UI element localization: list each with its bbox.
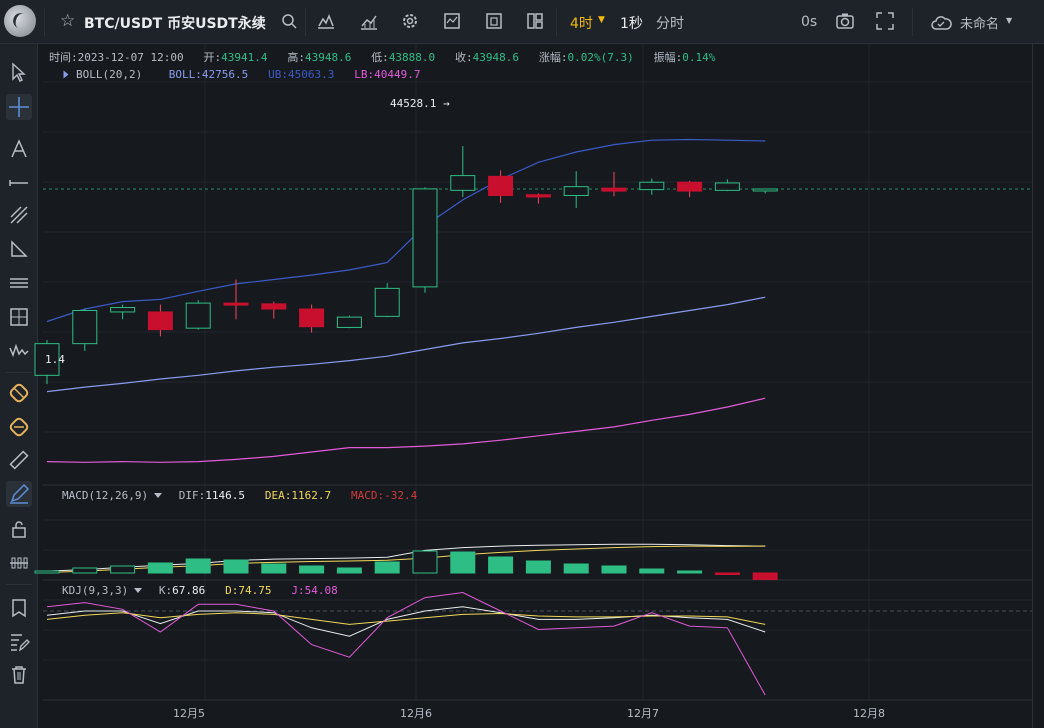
price-chart[interactable] xyxy=(0,0,1044,728)
low-value: 43888.0 xyxy=(388,51,436,64)
dea-label: DEA: xyxy=(264,489,292,502)
candle-body xyxy=(488,175,514,197)
macd-histogram-bar xyxy=(374,561,400,574)
chart-grid xyxy=(43,44,1032,700)
d-value: 74.75 xyxy=(238,584,272,597)
time-label: 时间: xyxy=(49,51,78,64)
macd-histogram-bar xyxy=(488,556,514,574)
macd-pane xyxy=(34,543,778,580)
dea-value: 1162.7 xyxy=(291,489,332,502)
dif-label: DIF: xyxy=(178,489,206,502)
low-label: 低: xyxy=(371,51,389,64)
amplitude-value: 0.14% xyxy=(682,51,716,64)
kdj-name[interactable]: KDJ(9,3,3) xyxy=(62,584,128,597)
boll-name[interactable]: BOLL(20,2) xyxy=(76,68,142,81)
boll-lb-label: LB: xyxy=(354,68,375,81)
boll-mid-line xyxy=(46,296,766,393)
price-scale-edge[interactable] xyxy=(1032,44,1044,728)
macd-histogram-bar xyxy=(34,570,60,574)
open-label: 开: xyxy=(203,51,222,64)
candle-body xyxy=(147,311,173,331)
j-value: 54.08 xyxy=(304,584,338,597)
candle-body xyxy=(412,188,438,288)
kdj-k-line xyxy=(46,606,766,637)
boll-mid-label: BOLL: xyxy=(168,68,202,81)
candle-body xyxy=(639,181,665,191)
macd-histogram-bar xyxy=(299,565,325,574)
collapse-arrow-icon[interactable] xyxy=(63,70,69,79)
macd-histogram-bar xyxy=(450,551,476,574)
chevron-down-icon[interactable] xyxy=(154,493,163,498)
k-value: 67.86 xyxy=(172,584,206,597)
candle-body xyxy=(601,187,627,192)
kdj-pane xyxy=(43,591,1032,696)
candle-body xyxy=(299,308,325,328)
macd-histogram-bar xyxy=(752,572,778,580)
macd-legend: MACD(12,26,9) DIF:1146.5 DEA:1162.7 MACD… xyxy=(62,489,417,502)
high-price-marker: 44528.1 → xyxy=(390,97,450,110)
low-price-marker: 1.4 xyxy=(45,353,65,366)
macd-name[interactable]: MACD(12,26,9) xyxy=(62,489,148,502)
candle-body xyxy=(223,302,249,306)
macd-histogram-bar xyxy=(223,559,249,574)
candle-body xyxy=(72,309,98,345)
ohlc-legend: 时间:2023-12-07 12:00 开:43941.4 高:43948.6 … xyxy=(49,49,715,65)
boll-ub-value: 45063.3 xyxy=(287,68,335,81)
time-value: 2023-12-07 12:00 xyxy=(77,51,184,64)
macd-label: MACD: xyxy=(350,489,385,502)
boll-upper-line xyxy=(46,138,766,323)
macd-histogram-bar xyxy=(110,565,136,574)
candle-body xyxy=(185,302,211,329)
candle-body xyxy=(714,182,740,191)
macd-histogram-bar xyxy=(72,567,98,574)
close-value: 43948.6 xyxy=(472,51,520,64)
x-axis-label: 12月6 xyxy=(400,707,432,720)
x-axis-label: 12月7 xyxy=(627,707,659,720)
macd-histogram-bar xyxy=(261,563,287,574)
high-label: 高: xyxy=(287,51,305,64)
j-label: J: xyxy=(291,584,305,597)
change-value: 0.02%(7.3) xyxy=(567,51,634,64)
candle-body xyxy=(450,175,476,191)
macd-histogram-bar xyxy=(336,567,362,574)
x-axis-label: 12月5 xyxy=(173,707,205,720)
kdj-legend: KDJ(9,3,3) K:67.86 D:74.75 J:54.08 xyxy=(62,584,338,597)
close-label: 收: xyxy=(455,51,473,64)
d-label: D: xyxy=(225,584,239,597)
pane-separators xyxy=(43,188,1032,701)
candle-body xyxy=(336,316,362,328)
macd-histogram-bar xyxy=(525,560,551,574)
kdj-j-line xyxy=(46,591,766,696)
macd-value: -32.4 xyxy=(384,489,418,502)
change-label: 涨幅: xyxy=(538,51,568,64)
macd-histogram-bar xyxy=(677,570,703,574)
macd-histogram-bar xyxy=(147,562,173,574)
macd-histogram-bar xyxy=(714,572,740,575)
candle-body xyxy=(752,188,778,192)
boll-mid-value: 42756.5 xyxy=(201,68,249,81)
x-axis-label: 12月8 xyxy=(853,707,885,720)
boll-lb-value: 40449.7 xyxy=(374,68,421,81)
macd-histogram-bar xyxy=(601,565,627,574)
candle-body xyxy=(525,194,551,198)
boll-ub-label: UB: xyxy=(268,68,288,81)
macd-histogram-bar xyxy=(185,558,211,574)
amplitude-label: 振幅: xyxy=(653,51,683,64)
candle-body xyxy=(677,181,703,192)
dif-value: 1146.5 xyxy=(205,489,245,502)
macd-histogram-bar xyxy=(563,563,589,574)
macd-histogram-bar xyxy=(412,550,438,574)
boll-legend: BOLL(20,2) BOLL:42756.5 UB:45063.3 LB:40… xyxy=(62,68,420,81)
k-label: K: xyxy=(158,584,173,597)
chevron-down-icon[interactable] xyxy=(134,588,143,593)
candle-body xyxy=(261,303,287,310)
boll-lower-line xyxy=(46,397,766,463)
candle-body xyxy=(374,287,400,317)
macd-histogram-bar xyxy=(639,568,665,574)
candle-body xyxy=(563,186,589,197)
candle-body xyxy=(110,307,136,313)
high-value: 43948.6 xyxy=(304,51,352,64)
open-value: 43941.4 xyxy=(221,51,268,64)
